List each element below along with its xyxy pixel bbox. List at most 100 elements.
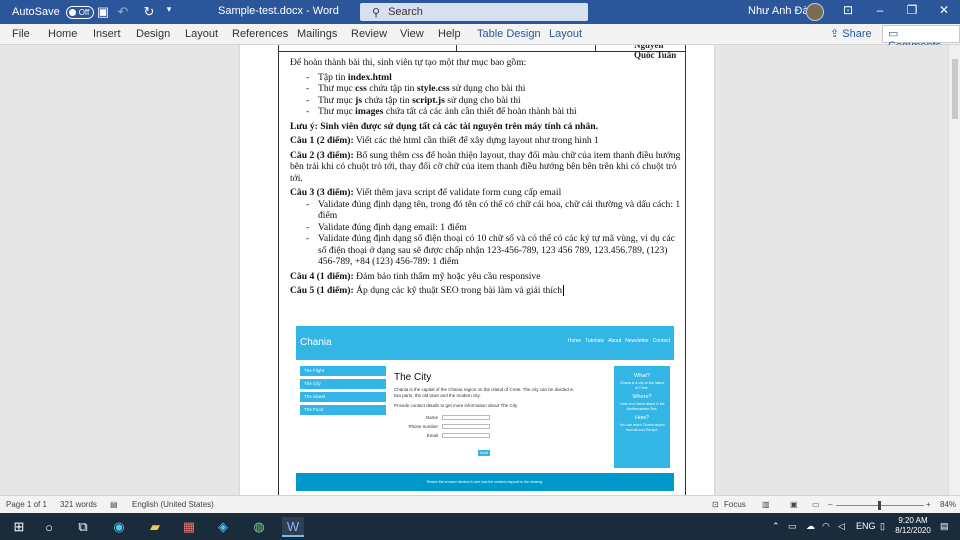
mockup-aside-title: Where? <box>632 394 652 400</box>
tab-table-design[interactable]: Table Design <box>477 28 541 40</box>
read-mode-icon[interactable]: ▥ <box>762 500 770 509</box>
tab-view[interactable]: View <box>400 28 424 40</box>
tab-table-layout[interactable]: Layout <box>549 28 582 40</box>
zoom-slider-thumb[interactable] <box>878 501 881 510</box>
autosave-control[interactable]: AutoSave Off <box>12 5 94 19</box>
page-count[interactable]: Page 1 of 1 <box>6 500 47 509</box>
document-canvas[interactable]: Nguyễn Quốc Tuấn Để hoàn thành bài thi, … <box>0 45 948 495</box>
text: style.css <box>416 83 450 94</box>
photos-app-icon[interactable]: ▦ <box>178 517 200 537</box>
list-item: Validate đúng định dạng email: 1 điểm <box>290 222 682 234</box>
mockup-menu-item: The Island <box>300 392 386 402</box>
search-box[interactable]: ⚲ Search <box>360 3 588 21</box>
mockup-form-label: Name <box>425 415 438 420</box>
document-body[interactable]: Để hoàn thành bài thi, sinh viên tự tạo … <box>290 57 682 300</box>
share-button[interactable]: ⇪ Share <box>830 27 872 40</box>
undo-icon[interactable]: ↶ <box>112 4 134 20</box>
focus-mode-button[interactable]: Focus <box>724 500 746 509</box>
tab-home[interactable]: Home <box>48 28 77 40</box>
network-icon[interactable]: ▭ <box>788 521 797 532</box>
tab-help[interactable]: Help <box>438 28 461 40</box>
show-hidden-icons-icon[interactable]: ⌃ <box>772 521 780 532</box>
proofing-icon[interactable]: ▤ <box>110 500 118 509</box>
text: Thư mục <box>318 94 356 106</box>
autosave-toggle[interactable]: Off <box>65 5 94 19</box>
mockup-aside-text: Chania is a city on the island of Crete. <box>619 381 665 390</box>
clock-date: 8/12/2020 <box>895 526 931 535</box>
tab-design[interactable]: Design <box>136 28 170 40</box>
input-language[interactable]: ENG <box>856 521 876 531</box>
document-page[interactable]: Nguyễn Quốc Tuấn Để hoàn thành bài thi, … <box>240 45 714 495</box>
save-icon[interactable]: ▣ <box>92 4 114 20</box>
list-item: Validate đúng định dạng tên, trong đó tê… <box>290 199 682 222</box>
web-layout-icon[interactable]: ▭ <box>812 500 820 509</box>
minimize-icon[interactable]: – <box>870 3 890 17</box>
zoom-in-icon[interactable]: + <box>926 500 931 509</box>
tab-layout[interactable]: Layout <box>185 28 218 40</box>
avatar[interactable] <box>806 3 824 21</box>
mockup-footer: Resize the browser window to see how the… <box>296 473 674 491</box>
wifi-icon[interactable]: ◠ <box>822 521 830 532</box>
tab-review[interactable]: Review <box>351 28 387 40</box>
restore-icon[interactable]: ❐ <box>902 3 922 17</box>
mockup-aside-title: What? <box>634 373 650 379</box>
tab-mailings[interactable]: Mailings <box>297 28 337 40</box>
user-name[interactable]: Như Anh Đào <box>748 5 815 17</box>
search-circle-icon[interactable]: ○ <box>38 517 60 537</box>
question-2: Câu 2 (3 điểm): Bổ sung thêm css để hoàn… <box>290 150 682 185</box>
mockup-logo: Chania <box>300 337 332 348</box>
question-1: Câu 1 (2 điểm): Viết các thẻ html cần th… <box>290 135 682 147</box>
notes-app-icon[interactable]: ◈ <box>212 517 234 537</box>
mockup-nav-item: Home <box>567 338 582 344</box>
battery-icon[interactable]: ▯ <box>880 521 885 532</box>
question-5: Câu 5 (1 điểm): Áp dụng các kỹ thuật SEO… <box>290 285 682 297</box>
file-explorer-icon[interactable]: ▰ <box>144 517 166 537</box>
question-label: Câu 4 (1 điểm): <box>290 270 354 282</box>
onedrive-icon[interactable]: ☁ <box>806 521 815 532</box>
chrome-browser-icon[interactable]: ◍ <box>248 517 270 537</box>
search-icon: ⚲ <box>372 6 381 19</box>
tab-file[interactable]: File <box>12 28 30 40</box>
comments-button[interactable]: ▭ Comments <box>882 25 960 52</box>
note-label: Lưu ý: <box>290 120 318 132</box>
language-indicator[interactable]: English (United States) <box>132 500 214 509</box>
text: chứa tập tin <box>366 83 417 94</box>
focus-icon[interactable]: ⊡ <box>712 500 719 509</box>
zoom-level[interactable]: 84% <box>940 500 956 509</box>
header-table-row: Nguyễn Quốc Tuấn <box>278 45 686 60</box>
question-text: Viết các thẻ html cần thiết để xây dựng … <box>353 135 599 146</box>
layout-figure-image[interactable]: Chania Home Tutorials About Newsletter C… <box>296 326 674 491</box>
system-clock[interactable]: 9:20 AM 8/12/2020 <box>894 516 932 536</box>
word-count[interactable]: 321 words <box>60 500 97 509</box>
tab-references[interactable]: References <box>232 28 288 40</box>
scrollbar-thumb[interactable] <box>952 59 958 119</box>
word-app-icon[interactable]: W <box>282 517 304 537</box>
question-text: Viết thêm java script để validate form c… <box>353 187 562 198</box>
zoom-out-icon[interactable]: – <box>828 500 832 509</box>
redo-icon[interactable]: ↻ <box>138 4 160 20</box>
ribbon-display-options-icon[interactable]: ⊡ <box>838 3 858 17</box>
close-icon[interactable]: ✕ <box>934 3 954 17</box>
mockup-side-menu: The Flight The City The Island The Food <box>300 366 386 418</box>
question-3-list: Validate đúng định dạng tên, trong đó tê… <box>290 199 682 268</box>
customize-quick-access-icon[interactable]: ▾ <box>158 4 180 15</box>
vertical-scrollbar[interactable] <box>948 45 960 495</box>
text: sử dụng cho bài thi <box>449 83 526 94</box>
windows-start-icon[interactable]: ⊞ <box>8 517 30 537</box>
volume-icon[interactable]: ◁ <box>838 521 845 532</box>
mockup-menu-item: The Food <box>300 405 386 415</box>
list-item: Thư mục js chứa tập tin script.js sử dụn… <box>290 95 682 107</box>
task-view-icon[interactable]: ⧉ <box>72 517 94 537</box>
tab-insert[interactable]: Insert <box>93 28 121 40</box>
mockup-nav-item: About <box>608 338 622 344</box>
notifications-icon[interactable]: ▤ <box>940 521 949 532</box>
question-3: Câu 3 (3 điểm): Viết thêm java script để… <box>290 187 682 199</box>
edge-browser-icon[interactable]: ◉ <box>108 517 130 537</box>
mockup-submit-button: Send <box>478 450 490 456</box>
mockup-nav-item: Newsletter <box>625 338 649 344</box>
text: Thư mục <box>318 106 356 117</box>
question-text: Áp dụng các kỹ thuật SEO trong bài làm v… <box>353 285 563 296</box>
mockup-menu-item: The Flight <box>300 366 386 376</box>
question-label: Câu 3 (3 điểm): <box>290 187 354 198</box>
print-layout-icon[interactable]: ▣ <box>790 500 798 509</box>
